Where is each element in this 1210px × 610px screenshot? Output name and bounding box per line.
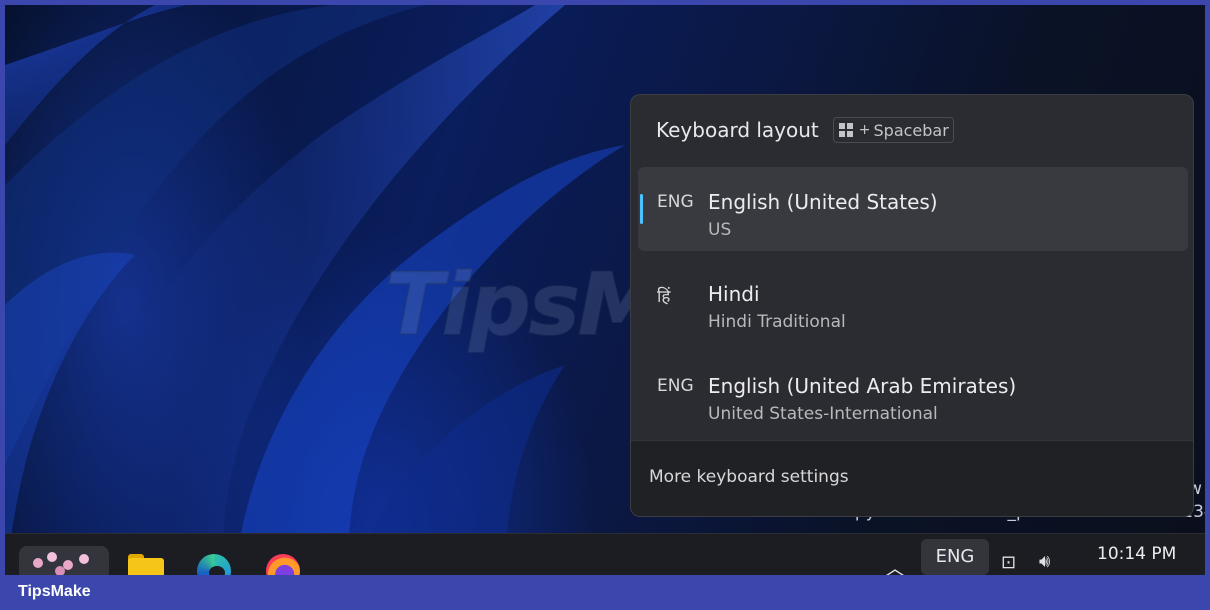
selected-indicator bbox=[640, 194, 643, 224]
taskbar: ︿ ENG ⊡ 🔊︎ 10:14 PM bbox=[5, 533, 1205, 575]
shortcut-hint: + Spacebar bbox=[832, 117, 954, 143]
clock-time[interactable]: 10:14 PM bbox=[1097, 544, 1176, 564]
screenshot-frame: TipsMake.com w Evaluation copy. Build 25… bbox=[5, 5, 1205, 575]
layout-list: ENG English (United States) US हिं Hindi… bbox=[638, 167, 1188, 443]
file-explorer-icon[interactable] bbox=[126, 552, 166, 575]
layout-subtitle: United States-International bbox=[708, 404, 938, 424]
network-icon[interactable]: ⊡ bbox=[1001, 552, 1016, 573]
layout-subtitle: US bbox=[708, 220, 732, 240]
volume-icon[interactable]: 🔊︎ bbox=[1039, 551, 1050, 572]
layout-code: हिं bbox=[657, 287, 671, 307]
start-icon[interactable] bbox=[19, 546, 109, 575]
edge-icon[interactable] bbox=[195, 552, 235, 575]
shortcut-plus: + bbox=[858, 122, 871, 138]
flyout-header: Keyboard layout + Spacebar bbox=[656, 117, 954, 143]
layout-code: ENG bbox=[657, 376, 694, 396]
layout-subtitle: Hindi Traditional bbox=[708, 312, 846, 332]
layout-name: Hindi bbox=[708, 282, 760, 306]
layout-item-english-us[interactable]: ENG English (United States) US bbox=[638, 167, 1188, 251]
language-indicator-button[interactable]: ENG bbox=[921, 539, 989, 575]
layout-code: ENG bbox=[657, 192, 694, 212]
flyout-title: Keyboard layout bbox=[656, 118, 819, 142]
more-keyboard-settings-link[interactable]: More keyboard settings bbox=[649, 467, 849, 487]
chevron-up-icon[interactable]: ︿ bbox=[885, 552, 905, 575]
layout-name: English (United States) bbox=[708, 190, 938, 214]
layout-item-english-uae[interactable]: ENG English (United Arab Emirates) Unite… bbox=[638, 351, 1188, 435]
layout-item-hindi[interactable]: हिं Hindi Hindi Traditional bbox=[638, 259, 1188, 343]
keyboard-layout-flyout: Keyboard layout + Spacebar ENG English (… bbox=[630, 94, 1194, 517]
layout-name: English (United Arab Emirates) bbox=[708, 374, 1017, 398]
firefox-icon[interactable] bbox=[263, 552, 303, 575]
flyout-footer: More keyboard settings bbox=[631, 440, 1193, 516]
windows-key-icon bbox=[838, 123, 853, 137]
shortcut-key: Spacebar bbox=[873, 120, 949, 140]
brand-label: TipsMake bbox=[18, 583, 91, 600]
